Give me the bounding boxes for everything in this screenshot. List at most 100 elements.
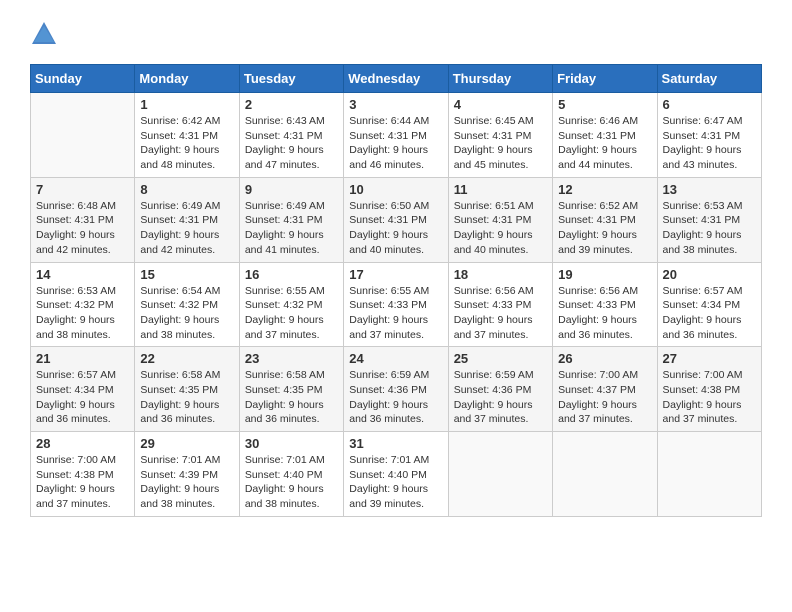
day-info: Sunrise: 6:56 AMSunset: 4:33 PMDaylight:… bbox=[454, 284, 547, 343]
weekday-header: Tuesday bbox=[239, 65, 343, 93]
page-header bbox=[30, 20, 762, 48]
calendar-cell: 8 Sunrise: 6:49 AMSunset: 4:31 PMDaylight… bbox=[135, 177, 239, 262]
day-number: 30 bbox=[245, 436, 338, 451]
calendar-cell: 1 Sunrise: 6:42 AMSunset: 4:31 PMDaylight… bbox=[135, 93, 239, 178]
day-number: 20 bbox=[663, 267, 756, 282]
day-info: Sunrise: 7:00 AMSunset: 4:38 PMDaylight:… bbox=[663, 368, 756, 427]
calendar-header-row: SundayMondayTuesdayWednesdayThursdayFrid… bbox=[31, 65, 762, 93]
calendar-week-row: 7Sunrise: 6:48 AMSunset: 4:31 PMDaylight… bbox=[31, 177, 762, 262]
day-number: 5 bbox=[558, 97, 651, 112]
day-info: Sunrise: 6:44 AMSunset: 4:31 PMDaylight:… bbox=[349, 114, 442, 173]
weekday-header: Wednesday bbox=[344, 65, 448, 93]
day-number: 4 bbox=[454, 97, 547, 112]
logo-icon bbox=[30, 20, 58, 48]
day-number: 27 bbox=[663, 351, 756, 366]
day-info: Sunrise: 7:00 AMSunset: 4:37 PMDaylight:… bbox=[558, 368, 651, 427]
day-info: Sunrise: 6:59 AMSunset: 4:36 PMDaylight:… bbox=[454, 368, 547, 427]
day-number: 15 bbox=[140, 267, 233, 282]
day-info: Sunrise: 6:49 AMSunset: 4:31 PMDaylight:… bbox=[140, 199, 233, 258]
weekday-header: Monday bbox=[135, 65, 239, 93]
day-number: 1 bbox=[140, 97, 233, 112]
day-number: 24 bbox=[349, 351, 442, 366]
day-number: 6 bbox=[663, 97, 756, 112]
day-number: 22 bbox=[140, 351, 233, 366]
day-number: 17 bbox=[349, 267, 442, 282]
weekday-header: Saturday bbox=[657, 65, 761, 93]
day-info: Sunrise: 6:46 AMSunset: 4:31 PMDaylight:… bbox=[558, 114, 651, 173]
calendar-cell: 14 Sunrise: 6:53 AMSunset: 4:32 PMDayligh… bbox=[31, 262, 135, 347]
calendar-cell: 27 Sunrise: 7:00 AMSunset: 4:38 PMDayligh… bbox=[657, 347, 761, 432]
calendar-cell: 16 Sunrise: 6:55 AMSunset: 4:32 PMDayligh… bbox=[239, 262, 343, 347]
calendar-cell: 2 Sunrise: 6:43 AMSunset: 4:31 PMDaylight… bbox=[239, 93, 343, 178]
calendar-cell: 5 Sunrise: 6:46 AMSunset: 4:31 PMDaylight… bbox=[553, 93, 657, 178]
logo bbox=[30, 20, 62, 48]
weekday-header: Thursday bbox=[448, 65, 552, 93]
calendar-cell bbox=[553, 432, 657, 517]
day-number: 2 bbox=[245, 97, 338, 112]
calendar-cell: 9 Sunrise: 6:49 AMSunset: 4:31 PMDaylight… bbox=[239, 177, 343, 262]
day-number: 13 bbox=[663, 182, 756, 197]
day-info: Sunrise: 6:55 AMSunset: 4:32 PMDaylight:… bbox=[245, 284, 338, 343]
day-number: 10 bbox=[349, 182, 442, 197]
calendar-cell: 28 Sunrise: 7:00 AMSunset: 4:38 PMDayligh… bbox=[31, 432, 135, 517]
day-number: 12 bbox=[558, 182, 651, 197]
calendar-cell: 22 Sunrise: 6:58 AMSunset: 4:35 PMDayligh… bbox=[135, 347, 239, 432]
calendar-cell: 19 Sunrise: 6:56 AMSunset: 4:33 PMDayligh… bbox=[553, 262, 657, 347]
day-info: Sunrise: 6:56 AMSunset: 4:33 PMDaylight:… bbox=[558, 284, 651, 343]
calendar-cell: 6 Sunrise: 6:47 AMSunset: 4:31 PMDaylight… bbox=[657, 93, 761, 178]
calendar-week-row: 21Sunrise: 6:57 AMSunset: 4:34 PMDayligh… bbox=[31, 347, 762, 432]
day-info: Sunrise: 7:01 AMSunset: 4:40 PMDaylight:… bbox=[245, 453, 338, 512]
weekday-header: Sunday bbox=[31, 65, 135, 93]
calendar-cell bbox=[31, 93, 135, 178]
calendar-cell: 25Sunrise: 6:59 AMSunset: 4:36 PMDayligh… bbox=[448, 347, 552, 432]
day-info: Sunrise: 6:58 AMSunset: 4:35 PMDaylight:… bbox=[245, 368, 338, 427]
day-info: Sunrise: 6:58 AMSunset: 4:35 PMDaylight:… bbox=[140, 368, 233, 427]
calendar-cell bbox=[448, 432, 552, 517]
day-info: Sunrise: 6:47 AMSunset: 4:31 PMDaylight:… bbox=[663, 114, 756, 173]
calendar-cell: 24 Sunrise: 6:59 AMSunset: 4:36 PMDayligh… bbox=[344, 347, 448, 432]
calendar-cell: 20 Sunrise: 6:57 AMSunset: 4:34 PMDayligh… bbox=[657, 262, 761, 347]
day-info: Sunrise: 7:00 AMSunset: 4:38 PMDaylight:… bbox=[36, 453, 129, 512]
calendar-week-row: 14 Sunrise: 6:53 AMSunset: 4:32 PMDayligh… bbox=[31, 262, 762, 347]
calendar-week-row: 1 Sunrise: 6:42 AMSunset: 4:31 PMDaylight… bbox=[31, 93, 762, 178]
day-info: Sunrise: 6:53 AMSunset: 4:32 PMDaylight:… bbox=[36, 284, 129, 343]
day-number: 28 bbox=[36, 436, 129, 451]
day-info: Sunrise: 6:51 AMSunset: 4:31 PMDaylight:… bbox=[454, 199, 547, 258]
day-info: Sunrise: 6:42 AMSunset: 4:31 PMDaylight:… bbox=[140, 114, 233, 173]
calendar-cell: 7Sunrise: 6:48 AMSunset: 4:31 PMDaylight… bbox=[31, 177, 135, 262]
day-number: 11 bbox=[454, 182, 547, 197]
day-number: 31 bbox=[349, 436, 442, 451]
day-info: Sunrise: 6:48 AMSunset: 4:31 PMDaylight:… bbox=[36, 199, 129, 258]
calendar-cell: 13 Sunrise: 6:53 AMSunset: 4:31 PMDayligh… bbox=[657, 177, 761, 262]
calendar-body: 1 Sunrise: 6:42 AMSunset: 4:31 PMDaylight… bbox=[31, 93, 762, 517]
day-info: Sunrise: 6:45 AMSunset: 4:31 PMDaylight:… bbox=[454, 114, 547, 173]
day-info: Sunrise: 6:54 AMSunset: 4:32 PMDaylight:… bbox=[140, 284, 233, 343]
day-info: Sunrise: 6:57 AMSunset: 4:34 PMDaylight:… bbox=[36, 368, 129, 427]
day-number: 9 bbox=[245, 182, 338, 197]
day-number: 16 bbox=[245, 267, 338, 282]
day-info: Sunrise: 6:57 AMSunset: 4:34 PMDaylight:… bbox=[663, 284, 756, 343]
calendar-cell: 31Sunrise: 7:01 AMSunset: 4:40 PMDayligh… bbox=[344, 432, 448, 517]
day-info: Sunrise: 6:53 AMSunset: 4:31 PMDaylight:… bbox=[663, 199, 756, 258]
day-number: 8 bbox=[140, 182, 233, 197]
calendar-cell: 21Sunrise: 6:57 AMSunset: 4:34 PMDayligh… bbox=[31, 347, 135, 432]
day-info: Sunrise: 6:59 AMSunset: 4:36 PMDaylight:… bbox=[349, 368, 442, 427]
calendar-table: SundayMondayTuesdayWednesdayThursdayFrid… bbox=[30, 64, 762, 517]
day-info: Sunrise: 6:50 AMSunset: 4:31 PMDaylight:… bbox=[349, 199, 442, 258]
day-info: Sunrise: 6:43 AMSunset: 4:31 PMDaylight:… bbox=[245, 114, 338, 173]
day-number: 23 bbox=[245, 351, 338, 366]
day-number: 18 bbox=[454, 267, 547, 282]
day-info: Sunrise: 6:55 AMSunset: 4:33 PMDaylight:… bbox=[349, 284, 442, 343]
day-info: Sunrise: 7:01 AMSunset: 4:39 PMDaylight:… bbox=[140, 453, 233, 512]
day-info: Sunrise: 6:49 AMSunset: 4:31 PMDaylight:… bbox=[245, 199, 338, 258]
calendar-cell: 18 Sunrise: 6:56 AMSunset: 4:33 PMDayligh… bbox=[448, 262, 552, 347]
day-number: 29 bbox=[140, 436, 233, 451]
calendar-cell: 11 Sunrise: 6:51 AMSunset: 4:31 PMDayligh… bbox=[448, 177, 552, 262]
day-number: 14 bbox=[36, 267, 129, 282]
calendar-cell: 4 Sunrise: 6:45 AMSunset: 4:31 PMDaylight… bbox=[448, 93, 552, 178]
day-info: Sunrise: 6:52 AMSunset: 4:31 PMDaylight:… bbox=[558, 199, 651, 258]
day-number: 19 bbox=[558, 267, 651, 282]
calendar-week-row: 28 Sunrise: 7:00 AMSunset: 4:38 PMDayligh… bbox=[31, 432, 762, 517]
calendar-cell: 17 Sunrise: 6:55 AMSunset: 4:33 PMDayligh… bbox=[344, 262, 448, 347]
calendar-cell: 26Sunrise: 7:00 AMSunset: 4:37 PMDayligh… bbox=[553, 347, 657, 432]
